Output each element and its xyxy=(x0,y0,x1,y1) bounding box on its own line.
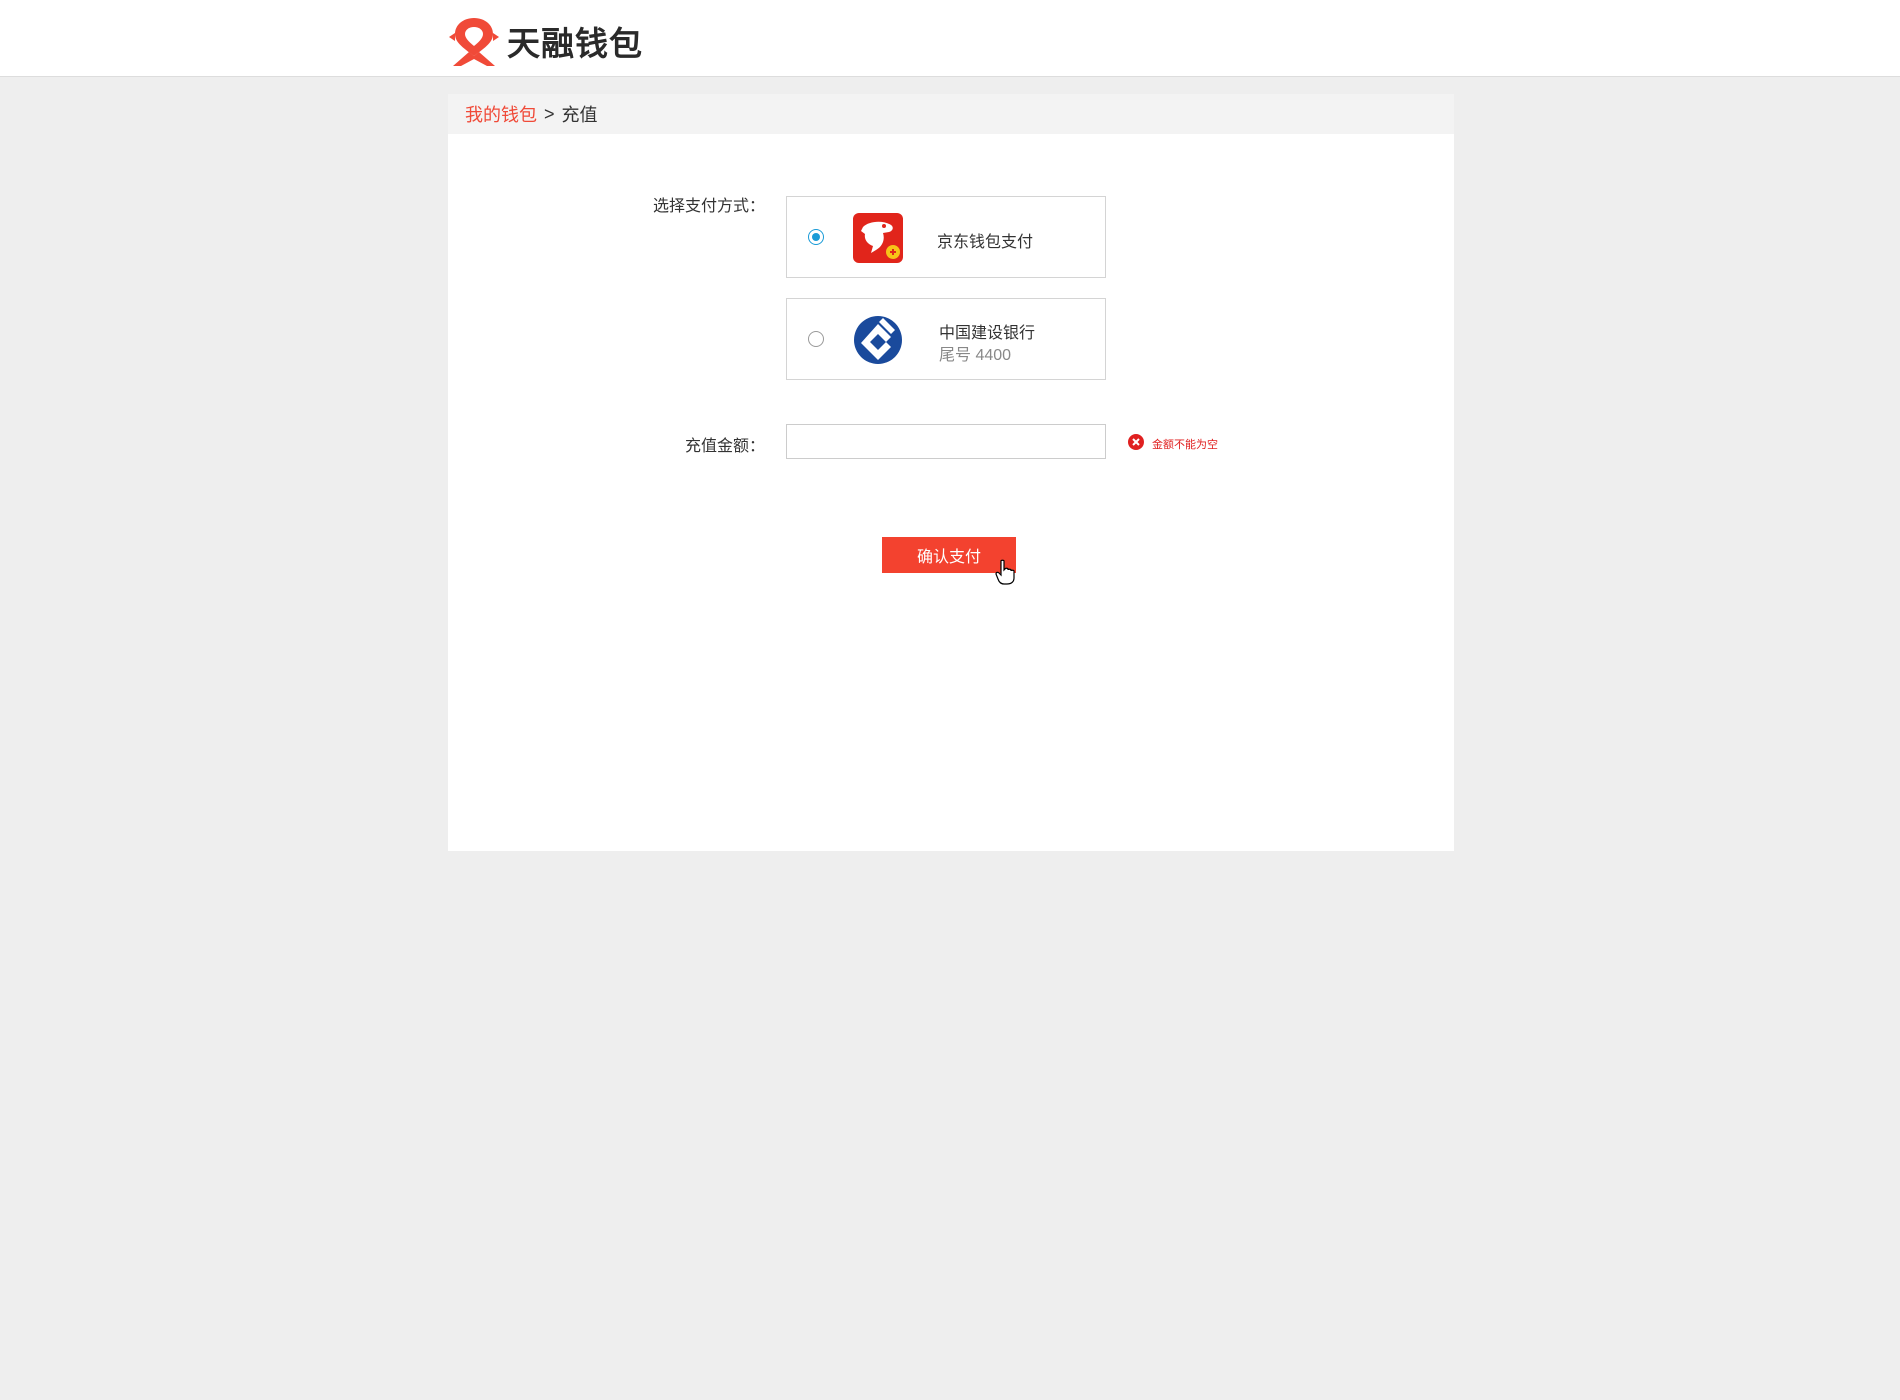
breadcrumb-current: 充值 xyxy=(561,105,598,125)
breadcrumb-link-my-wallet[interactable]: 我的钱包 xyxy=(465,101,537,127)
card-tail-number: 尾号 4400 xyxy=(939,347,1012,364)
radio-ccb[interactable] xyxy=(808,331,824,347)
breadcrumb: 我的钱包 > 充值 xyxy=(448,94,1454,134)
error-message: 金额不能为空 xyxy=(1152,439,1218,451)
hand-cursor-icon xyxy=(995,559,1015,585)
pay-option-jd-wallet[interactable]: 京东钱包支付 xyxy=(786,196,1106,278)
error-icon xyxy=(1128,434,1144,450)
pay-option-ccb[interactable]: 中国建设银行 尾号 4400 xyxy=(786,298,1106,380)
amount-label: 充值金额： xyxy=(684,438,765,455)
jd-wallet-icon xyxy=(853,213,903,263)
brand-logo[interactable]: 天融钱包 xyxy=(449,15,643,67)
recharge-panel: 我的钱包 > 充值 选择支付方式： 京东钱包支付 中国建设银行 尾号 4400 … xyxy=(448,94,1454,851)
pay-option-name: 京东钱包支付 xyxy=(937,234,1034,251)
ccb-bank-icon xyxy=(854,316,902,364)
radio-jd-wallet[interactable] xyxy=(808,229,824,245)
pay-method-label: 选择支付方式： xyxy=(652,198,765,215)
breadcrumb-separator: > xyxy=(544,103,555,124)
amount-input[interactable] xyxy=(786,424,1106,459)
logo-text: 天融钱包 xyxy=(507,24,643,63)
logo-icon xyxy=(449,18,499,66)
top-header: 天融钱包 xyxy=(0,0,1900,77)
pay-option-name: 中国建设银行 xyxy=(939,325,1036,342)
